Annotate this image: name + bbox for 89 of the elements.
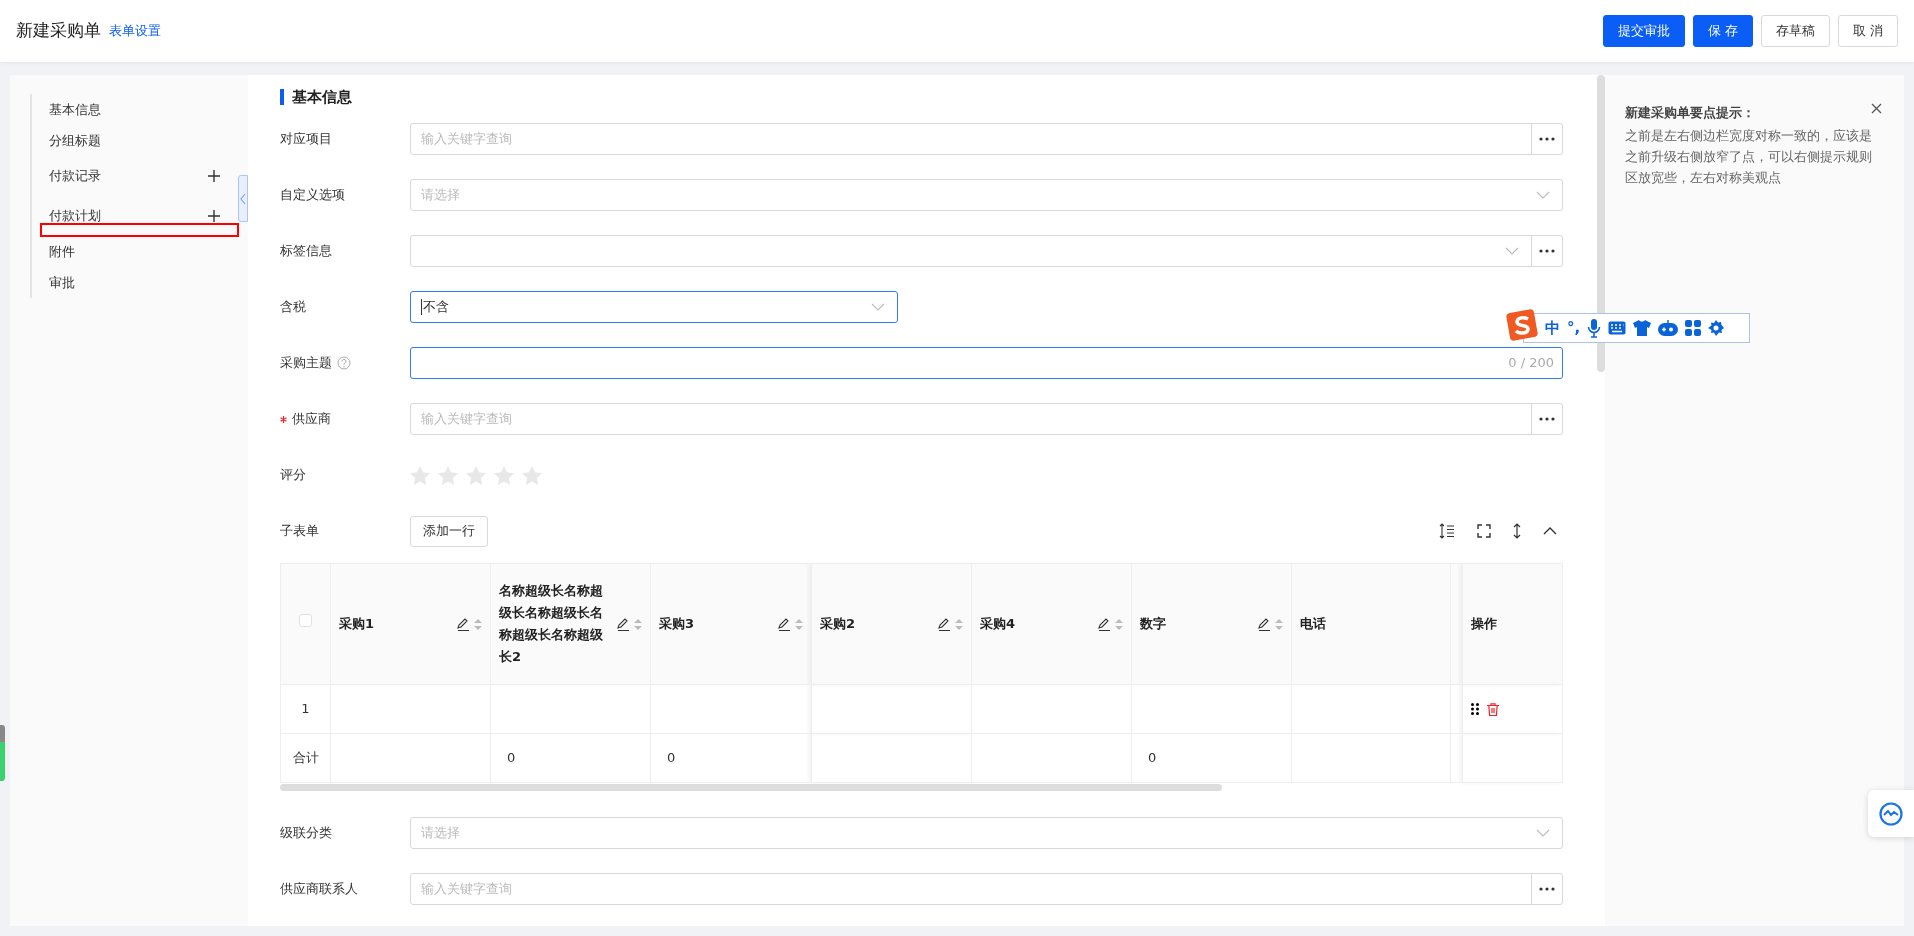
sidebar-item[interactable]: 分组标题 — [49, 130, 101, 151]
gear-icon[interactable] — [1708, 320, 1725, 336]
column-header[interactable]: 采购1 — [339, 613, 453, 635]
keyboard-icon[interactable] — [1608, 321, 1627, 335]
pencil-icon[interactable] — [457, 617, 470, 631]
table-cell: 0 — [507, 750, 516, 766]
chevron-down-icon — [1536, 191, 1550, 199]
table-cell: 0 — [1148, 750, 1157, 766]
apps-icon[interactable] — [1685, 320, 1702, 336]
assistant-icon — [1879, 801, 1903, 826]
page-title: 新建采购单 — [16, 19, 101, 43]
help-icon[interactable] — [337, 356, 351, 370]
chevron-down-icon — [1505, 247, 1519, 255]
row-number: 1 — [301, 701, 310, 717]
field-label: 对应项目 — [280, 130, 332, 149]
more-icon — [1538, 886, 1556, 892]
sort-icon[interactable] — [1115, 618, 1123, 630]
field-label: 供应商联系人 — [280, 880, 358, 899]
line-height-icon[interactable] — [1439, 523, 1455, 539]
collapse-handle[interactable] — [238, 175, 248, 222]
column-header[interactable]: 采购3 — [659, 613, 774, 635]
field-label: 含税 — [280, 298, 306, 317]
sort-icon[interactable] — [955, 618, 963, 630]
tips-title: 新建采购单要点提示： — [1625, 104, 1756, 122]
ime-mode-toggle[interactable]: 中 — [1545, 316, 1560, 340]
select-field[interactable]: 不含 — [410, 291, 898, 323]
cancel-button[interactable]: 取 消 — [1837, 15, 1898, 47]
sidebar-item[interactable]: 附件 — [49, 241, 75, 262]
column-header[interactable]: 采购4 — [980, 613, 1094, 635]
section-title: 基本信息 — [280, 89, 1563, 105]
char-counter: 0 / 200 — [1508, 354, 1554, 373]
horizontal-scrollbar[interactable] — [280, 784, 1222, 791]
chevron-down-icon — [871, 303, 885, 311]
sort-icon[interactable] — [474, 618, 482, 630]
column-header: 操作 — [1471, 616, 1497, 632]
field-label: 级联分类 — [280, 824, 332, 843]
chevron-down-icon — [1536, 829, 1550, 837]
close-icon[interactable] — [1871, 103, 1882, 114]
add-icon[interactable] — [208, 170, 220, 182]
field-label: 标签信息 — [280, 242, 332, 261]
sidebar-item[interactable]: 付款计划 — [49, 206, 101, 226]
required-icon — [280, 415, 287, 423]
edge-tab[interactable] — [0, 725, 5, 781]
field-label: 自定义选项 — [280, 186, 345, 205]
fullscreen-icon[interactable] — [1477, 524, 1491, 538]
sidebar-item[interactable]: 付款记录 — [49, 166, 101, 186]
pencil-icon[interactable] — [1258, 617, 1271, 631]
sort-icon[interactable] — [1275, 618, 1283, 630]
more-icon — [1538, 248, 1556, 254]
column-header[interactable]: 采购2 — [820, 613, 934, 635]
column-header[interactable]: 电话 — [1300, 613, 1442, 635]
sidebar-item[interactable]: 基本信息 — [49, 99, 101, 120]
pencil-icon[interactable] — [778, 617, 791, 631]
field-label: 子表单 — [280, 522, 319, 541]
drag-handle-icon[interactable] — [1471, 703, 1479, 715]
delete-icon[interactable] — [1487, 702, 1499, 716]
pencil-icon[interactable] — [938, 617, 951, 631]
field-label: 供应商 — [292, 410, 331, 429]
sidebar-item[interactable]: 审批 — [49, 272, 75, 293]
add-row-button[interactable]: 添加一行 — [410, 515, 488, 547]
collapse-up-icon[interactable] — [1543, 527, 1557, 535]
logo-icon[interactable] — [1506, 309, 1538, 341]
sort-icon[interactable] — [795, 618, 803, 630]
save-button[interactable]: 保 存 — [1692, 15, 1753, 47]
table-cell: 0 — [667, 750, 676, 766]
scrollbar[interactable] — [1597, 75, 1605, 372]
form-settings-link[interactable]: 表单设置 — [109, 21, 161, 41]
column-header[interactable]: 数字 — [1140, 613, 1254, 635]
field-label: 采购主题 — [280, 354, 332, 373]
add-icon[interactable] — [208, 210, 220, 222]
sort-icon[interactable] — [634, 618, 642, 630]
chevron-left-icon — [240, 192, 246, 205]
pencil-icon[interactable] — [1098, 617, 1111, 631]
assistant-button[interactable] — [1868, 790, 1914, 837]
ime-mode-toggle[interactable]: °, — [1567, 316, 1581, 340]
vertical-arrows-icon[interactable] — [1513, 523, 1521, 539]
tips-text: 之前是左右侧边栏宽度对称一致的，应该是之前升级右侧放窄了点，可以右侧提示规则区放宽些，左右对称美观点 — [1625, 126, 1873, 187]
tag-field[interactable] — [410, 235, 1563, 267]
draft-button[interactable]: 存草稿 — [1760, 15, 1830, 47]
shirt-icon[interactable] — [1633, 320, 1652, 336]
row-checkbox[interactable] — [299, 614, 312, 628]
field-label: 评分 — [280, 466, 306, 485]
submit-button[interactable]: 提交审批 — [1602, 15, 1685, 47]
pencil-icon[interactable] — [617, 617, 630, 631]
more-icon — [1538, 136, 1556, 142]
robot-icon[interactable] — [1658, 320, 1679, 336]
more-icon — [1538, 416, 1556, 422]
total-label: 合计 — [292, 750, 319, 766]
microphone-icon[interactable] — [1587, 318, 1602, 338]
